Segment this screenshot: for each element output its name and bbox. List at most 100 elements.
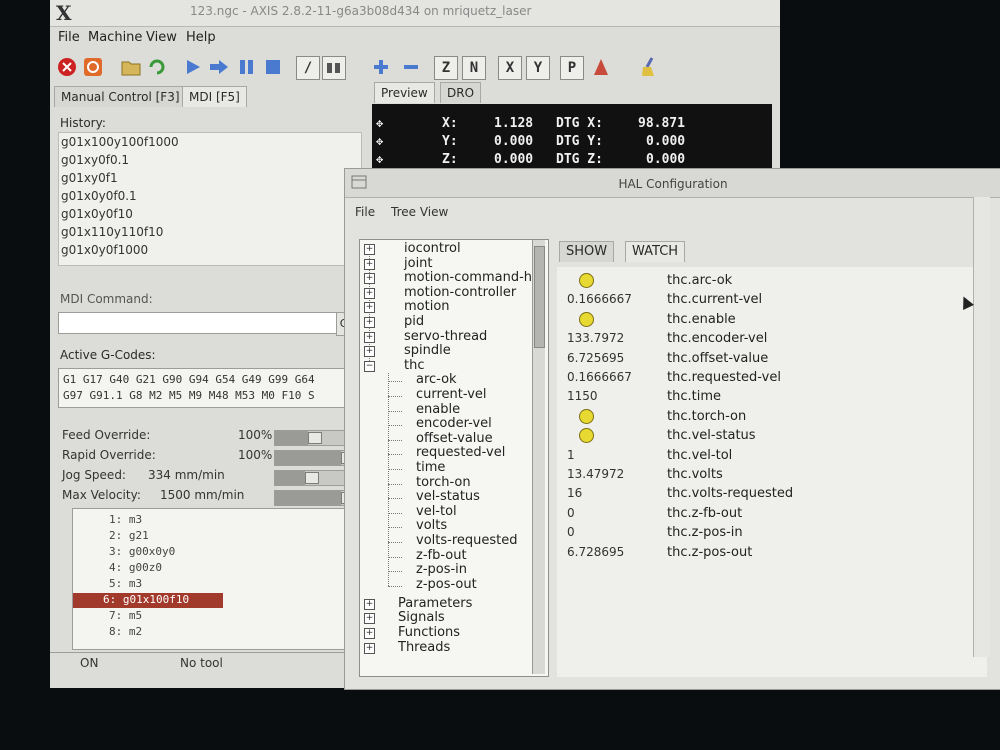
tree-node-parameters[interactable]: Parameters	[398, 596, 472, 611]
control-tabs: Manual Control [F3] MDI [F5]	[50, 84, 360, 108]
tree-node-thc-volts[interactable]: volts	[416, 519, 447, 533]
reload-button[interactable]	[146, 56, 168, 78]
open-file-button[interactable]	[120, 56, 142, 78]
tab-preview[interactable]: Preview	[374, 82, 435, 103]
tree-node-thc-current-vel[interactable]: current-vel	[416, 388, 487, 402]
history-list[interactable]: g01x100y100f1000 g01xy0f0.1 g01xy0f1 g01…	[58, 132, 362, 266]
view-x-button[interactable]: X	[498, 56, 522, 80]
gcode-program-view[interactable]: 1: m3 2: g21 3: g00x0y0 4: g00z0 5: m3 6: g01…	[72, 508, 356, 650]
tree-node-thc-z-pos-in[interactable]: z-pos-in	[416, 563, 467, 577]
hal-menu-file[interactable]: File	[355, 205, 375, 219]
mdi-command-input[interactable]	[58, 312, 352, 334]
dro-axis: Z:	[442, 152, 458, 167]
hal-menu-tree-view[interactable]: Tree View	[391, 205, 448, 219]
menu-machine[interactable]: Machine	[88, 30, 142, 45]
view-z2-button[interactable]: N	[462, 56, 486, 80]
history-item[interactable]: g01x0y0f0.1	[61, 189, 137, 203]
tree-node-thc-volts-requested[interactable]: volts-requested	[416, 534, 518, 548]
expand-icon[interactable]: +	[364, 598, 375, 610]
tree-node-signals[interactable]: Signals	[398, 611, 445, 625]
tool-marker-button[interactable]	[590, 56, 612, 78]
program-line[interactable]: 3: g00x0y0	[73, 545, 229, 560]
tree-node-thc-arc-ok[interactable]: arc-ok	[416, 373, 457, 387]
history-item[interactable]: g01x100y100f1000	[61, 135, 179, 149]
collapse-icon[interactable]: −	[364, 360, 375, 372]
tree-node-thc-vel-tol[interactable]: vel-tol	[416, 504, 457, 519]
tree-node-thc-encoder-vel[interactable]: encoder-vel	[416, 417, 492, 431]
power-button[interactable]	[82, 56, 104, 78]
tree-node-motion-controller[interactable]: motion-controller	[404, 285, 516, 300]
expand-icon[interactable]: +	[364, 273, 375, 285]
tree-scrollbar[interactable]	[532, 240, 545, 674]
tab-mdi[interactable]: MDI [F5]	[182, 86, 247, 107]
tree-node-thc-vel-status[interactable]: vel-status	[416, 490, 480, 504]
pause-button[interactable]	[236, 56, 258, 78]
expand-icon[interactable]: +	[364, 613, 375, 625]
program-line[interactable]: 1: m3	[73, 513, 229, 528]
optional-stop-button[interactable]	[322, 56, 346, 80]
tree-scrollbar-thumb[interactable]	[534, 246, 545, 348]
tab-show[interactable]: SHOW	[559, 241, 615, 262]
program-line[interactable]: 2: g21	[73, 529, 229, 544]
program-line-current[interactable]: 6: g01x100f10	[73, 593, 223, 608]
tree-node-motion-command-h[interactable]: motion-command-h	[404, 271, 532, 285]
run-button[interactable]	[182, 56, 204, 78]
watch-scrollbar[interactable]	[973, 197, 990, 657]
expand-icon[interactable]: +	[364, 244, 375, 255]
tree-node-motion[interactable]: motion	[404, 300, 450, 314]
tree-node-thc-time[interactable]: time	[416, 461, 445, 475]
tab-dro[interactable]: DRO	[440, 82, 482, 103]
history-item[interactable]: g01x0y0f1000	[61, 243, 148, 257]
view-p-button[interactable]: P	[560, 56, 584, 80]
expand-icon[interactable]: +	[364, 627, 375, 639]
menu-view[interactable]: View	[146, 30, 177, 45]
tree-node-thc-requested-vel[interactable]: requested-vel	[416, 446, 505, 460]
history-item[interactable]: g01xy0f1	[61, 171, 118, 185]
menu-help[interactable]: Help	[186, 30, 216, 45]
tree-node-thc-z-pos-out[interactable]: z-pos-out	[416, 577, 477, 592]
view-z-button[interactable]: Z	[434, 56, 458, 80]
block-delete-button[interactable]: /	[296, 56, 320, 80]
slider-knob[interactable]	[308, 432, 322, 444]
tab-manual-control[interactable]: Manual Control [F3]	[54, 86, 187, 107]
dro-dtg: 98.871	[638, 116, 685, 131]
tree-node-thc-enable[interactable]: enable	[416, 402, 460, 417]
tree-node-iocontrol[interactable]: iocontrol	[404, 242, 461, 256]
view-y-button[interactable]: Y	[526, 56, 550, 80]
program-line[interactable]: 4: g00z0	[73, 561, 229, 576]
history-item[interactable]: g01x0y0f10	[61, 207, 133, 221]
zoom-in-button[interactable]	[370, 56, 392, 78]
expand-icon[interactable]: +	[364, 302, 375, 314]
tree-node-pid[interactable]: pid	[404, 315, 424, 329]
program-line[interactable]: 8: m2	[73, 625, 229, 640]
expand-icon[interactable]: +	[364, 331, 375, 343]
program-line[interactable]: 7: m5	[73, 609, 229, 624]
tree-node-thc[interactable]: thc	[404, 358, 424, 373]
menu-file[interactable]: File	[58, 30, 80, 45]
tree-node-threads[interactable]: Threads	[398, 640, 450, 655]
tree-node-thc-offset-value[interactable]: offset-value	[416, 431, 493, 446]
clear-plot-button[interactable]	[638, 56, 660, 78]
tree-node-thc-z-fb-out[interactable]: z-fb-out	[416, 548, 467, 563]
tree-node-servo-thread[interactable]: servo-thread	[404, 329, 487, 344]
program-line[interactable]: 5: m3	[73, 577, 229, 592]
history-item[interactable]: g01xy0f0.1	[61, 153, 129, 167]
dro-display: ✥ X: 1.128 DTG X: 98.871 ✥ Y: 0.000 DTG …	[372, 104, 772, 170]
hal-tree-view[interactable]: + iocontrol + joint + motion-command-h + motion…	[359, 239, 549, 677]
tree-node-joint[interactable]: joint	[404, 256, 433, 271]
expand-icon[interactable]: +	[364, 258, 375, 270]
estop-button[interactable]	[56, 56, 78, 78]
history-item[interactable]: g01x110y110f10	[61, 225, 163, 239]
tab-watch[interactable]: WATCH	[625, 241, 686, 262]
expand-icon[interactable]: +	[364, 317, 375, 328]
tree-node-functions[interactable]: Functions	[398, 625, 460, 640]
tree-node-thc-torch-on[interactable]: torch-on	[416, 475, 471, 490]
step-button[interactable]	[208, 56, 230, 78]
expand-icon[interactable]: +	[364, 346, 375, 358]
expand-icon[interactable]: +	[364, 642, 375, 654]
zoom-out-button[interactable]	[400, 56, 422, 78]
slider-knob[interactable]	[305, 472, 319, 484]
stop-button[interactable]	[262, 56, 284, 78]
tree-node-spindle[interactable]: spindle	[404, 344, 451, 358]
expand-icon[interactable]: +	[364, 287, 375, 299]
